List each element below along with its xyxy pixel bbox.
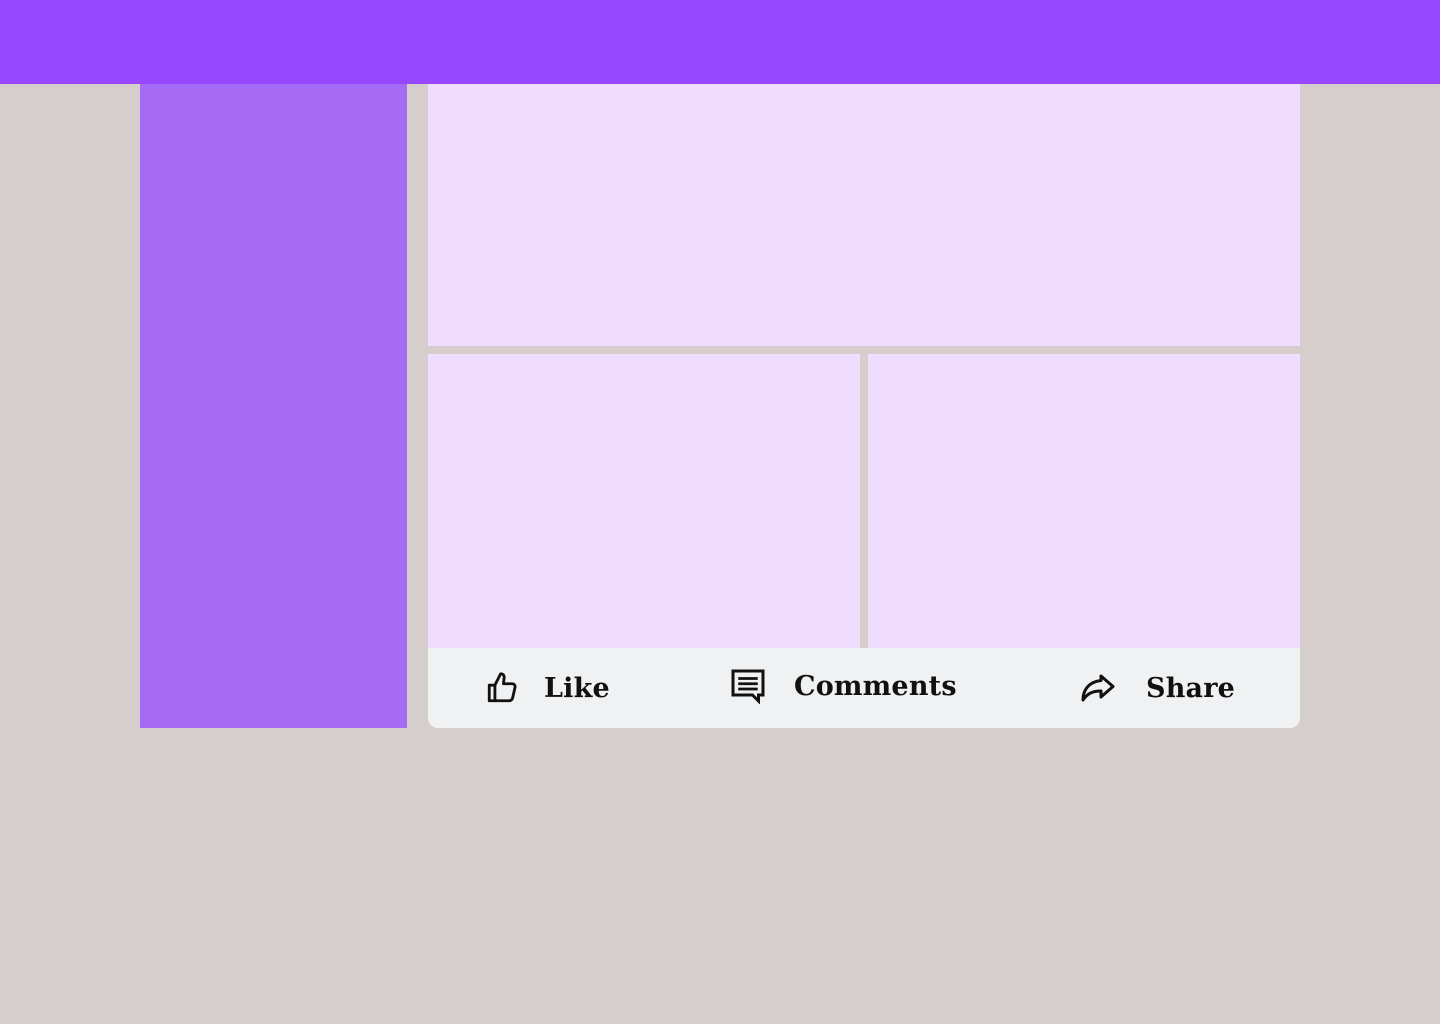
comments-button[interactable]: Comments <box>730 668 957 704</box>
post-action-bar: Like Comments Share <box>428 648 1300 728</box>
share-arrow-icon <box>1080 670 1116 706</box>
comment-icon <box>730 668 766 704</box>
comments-label: Comments <box>794 670 957 702</box>
like-label: Like <box>544 672 610 704</box>
share-label: Share <box>1146 672 1236 704</box>
sidebar <box>140 84 407 728</box>
thumbs-up-icon <box>484 670 520 706</box>
post-media-main[interactable] <box>428 84 1300 346</box>
post-card: Like Comments Share <box>428 84 1300 728</box>
share-button[interactable]: Share <box>1080 670 1235 706</box>
like-button[interactable]: Like <box>484 670 610 706</box>
post-media-left[interactable] <box>428 354 860 648</box>
top-navigation-bar <box>0 0 1440 84</box>
post-media-right[interactable] <box>868 354 1300 648</box>
